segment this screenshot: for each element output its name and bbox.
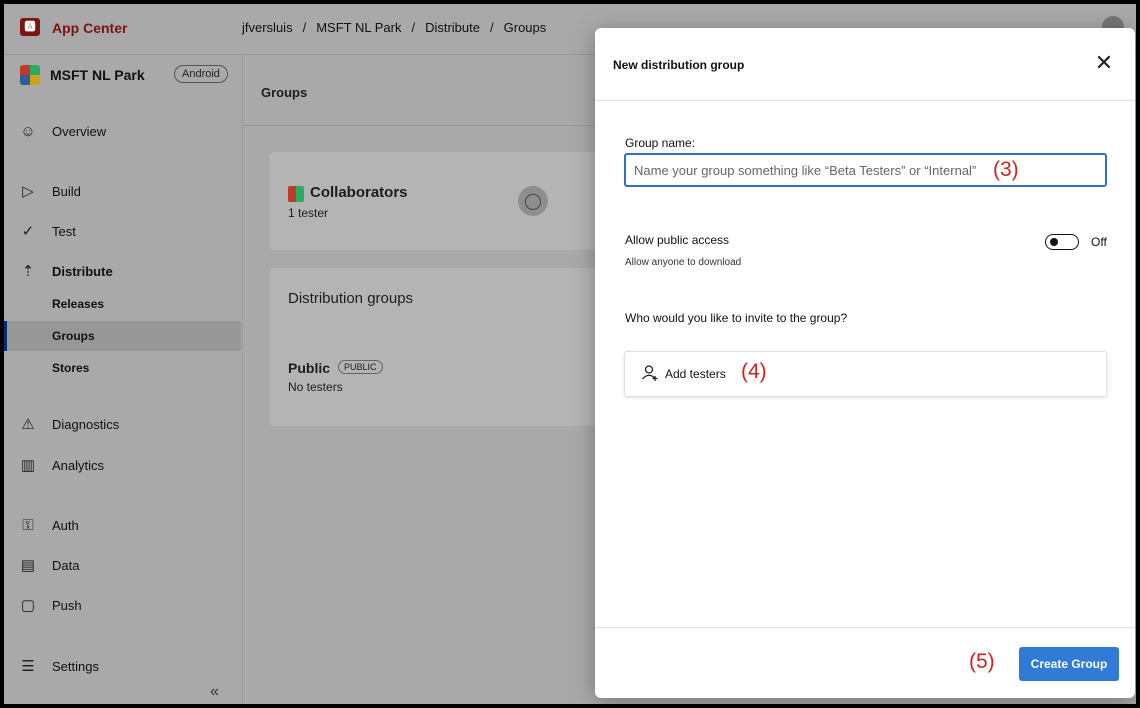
- collapse-sidebar-icon[interactable]: «: [210, 683, 219, 701]
- app-icon: [20, 65, 40, 85]
- annotation-4: (4): [741, 360, 767, 383]
- breadcrumb-groups[interactable]: Groups: [504, 20, 547, 35]
- new-distribution-group-dialog: New distribution group ✕ Group name: (3)…: [595, 28, 1135, 698]
- sidebar-item-analytics[interactable]: ▥ Analytics: [4, 450, 241, 480]
- sidebar-item-groups[interactable]: Groups: [4, 321, 241, 351]
- distribution-groups-title: Distribution groups: [288, 290, 414, 307]
- invite-label: Who would you like to invite to the grou…: [625, 311, 848, 325]
- sidebar-item-label: Analytics: [52, 457, 105, 473]
- sidebar-item-build[interactable]: ▷ Build: [4, 176, 241, 206]
- collaborator-avatar-icon: ◯: [518, 186, 548, 216]
- build-icon: ▷: [22, 183, 34, 200]
- app-center-logo-icon[interactable]: 🅰: [20, 18, 40, 36]
- diagnostics-icon: ⚠: [21, 416, 35, 433]
- push-icon: ▢: [20, 597, 36, 614]
- group-name-input[interactable]: [624, 153, 1107, 187]
- breadcrumb-app[interactable]: MSFT NL Park: [316, 20, 401, 35]
- sidebar-item-distribute[interactable]: ⇡ Distribute: [4, 256, 241, 286]
- sidebar-item-push[interactable]: ▢ Push: [4, 590, 241, 620]
- close-icon[interactable]: ✕: [1093, 52, 1115, 74]
- collaborators-app-icon: [288, 186, 304, 202]
- auth-icon: ⚿: [22, 516, 34, 534]
- sidebar-item-diagnostics[interactable]: ⚠ Diagnostics: [4, 409, 241, 439]
- brand-name[interactable]: App Center: [52, 20, 127, 36]
- sidebar-item-label: Distribute: [52, 263, 113, 279]
- public-access-state: Off: [1091, 235, 1107, 249]
- sidebar-item-label: Build: [52, 183, 81, 199]
- sidebar-item-overview[interactable]: ☺ Overview: [4, 116, 241, 146]
- distribute-icon: ⇡: [21, 263, 35, 280]
- test-icon: ✓: [21, 223, 35, 240]
- breadcrumb-separator: /: [302, 20, 307, 35]
- app-name[interactable]: MSFT NL Park: [50, 67, 145, 83]
- data-icon: ▤: [20, 557, 36, 574]
- group-public-testers: No testers: [288, 380, 343, 394]
- settings-icon: ☰: [21, 658, 35, 675]
- breadcrumb-separator: /: [490, 20, 494, 35]
- breadcrumb-owner[interactable]: jfversluis: [242, 20, 293, 35]
- sidebar-item-releases[interactable]: Releases: [4, 289, 241, 319]
- group-name-label: Group name:: [625, 136, 696, 150]
- sidebar-item-label: Diagnostics: [52, 416, 120, 432]
- platform-badge: Android: [174, 65, 228, 83]
- sidebar-item-stores[interactable]: Stores: [4, 353, 241, 383]
- annotation-3: (3): [993, 158, 1019, 181]
- breadcrumb: jfversluis / MSFT NL Park / Distribute / Group…: [242, 20, 546, 35]
- create-group-button[interactable]: Create Group: [1019, 647, 1119, 681]
- collaborators-count: 1 tester: [288, 206, 329, 220]
- sidebar-item-label: Groups: [52, 329, 95, 343]
- sidebar-item-data[interactable]: ▤ Data: [4, 550, 241, 580]
- public-access-toggle[interactable]: [1045, 234, 1079, 250]
- app-window: 🅰 App Center jfversluis / MSFT NL Park / Dis…: [4, 4, 1136, 704]
- sidebar-item-label: Data: [52, 557, 80, 573]
- add-testers-label: Add testers: [665, 367, 726, 381]
- sidebar-item-label: Test: [52, 223, 76, 239]
- page-title: Groups: [261, 85, 308, 100]
- analytics-icon: ▥: [20, 457, 36, 474]
- sidebar-item-auth[interactable]: ⚿ Auth: [4, 510, 241, 540]
- sidebar-item-label: Stores: [52, 361, 90, 375]
- breadcrumb-distribute[interactable]: Distribute: [425, 20, 480, 35]
- overview-icon: ☺: [20, 122, 36, 140]
- dialog-title: New distribution group: [613, 58, 745, 72]
- dialog-footer: (5) Create Group: [595, 627, 1135, 698]
- sidebar-item-label: Settings: [52, 658, 99, 674]
- add-person-icon: [642, 365, 658, 381]
- sidebar-item-settings[interactable]: ☰ Settings: [4, 651, 241, 681]
- sidebar-item-test[interactable]: ✓ Test: [4, 216, 241, 246]
- group-public-name[interactable]: Public: [288, 360, 330, 376]
- sidebar-item-label: Overview: [52, 123, 107, 139]
- sidebar-item-label: Push: [52, 597, 82, 613]
- dialog-header: New distribution group ✕: [595, 28, 1135, 101]
- add-testers-button[interactable]: Add testers (4): [624, 351, 1107, 397]
- breadcrumb-separator: /: [411, 20, 416, 35]
- collaborators-card[interactable]: Collaborators 1 tester ◯: [270, 152, 600, 250]
- public-badge: PUBLIC: [338, 360, 383, 374]
- distribution-groups-card: Distribution groups Public PUBLIC No tes…: [270, 268, 600, 426]
- annotation-5: (5): [969, 650, 995, 673]
- sidebar-item-label: Releases: [52, 297, 105, 311]
- collaborators-title: Collaborators: [310, 184, 408, 201]
- sidebar: MSFT NL Park Android ☺ Overview ▷ Build ✓ T…: [4, 55, 243, 704]
- public-access-label: Allow public access: [625, 233, 730, 247]
- sidebar-item-label: Auth: [52, 517, 79, 533]
- public-access-description: Allow anyone to download: [625, 257, 742, 268]
